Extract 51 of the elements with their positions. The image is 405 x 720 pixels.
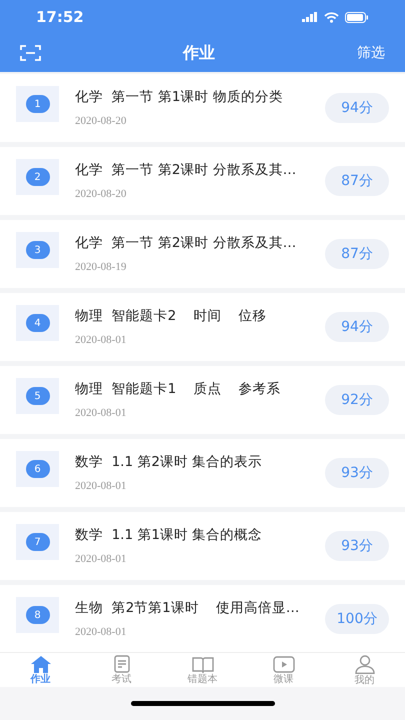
score-badge: 93分 [325, 458, 389, 488]
status-time: 17:52 [36, 6, 84, 28]
homework-row[interactable]: 2 化学 第一节 第2课时 分散系及其… 2020-08-20 87分 [0, 147, 405, 215]
number-badge: 6 [26, 460, 50, 478]
play-icon [272, 656, 294, 672]
homework-title: 数学 1.1 第1课时 集合的概念 [75, 526, 264, 545]
page-title: 作业 [183, 42, 215, 64]
homework-row[interactable]: 4 物理 智能题卡2 时间 位移 2020-08-01 94分 [0, 293, 405, 361]
battery-icon [345, 12, 369, 22]
homework-title: 化学 第一节 第2课时 分散系及其… [75, 234, 298, 253]
homework-date: 2020-08-20 [75, 114, 128, 129]
homework-title: 数学 1.1 第2课时 集合的表示 [75, 452, 264, 472]
number-badge: 7 [26, 533, 50, 551]
homework-row[interactable]: 1 化学 第一节 第1课时 物质的分类 2020-08-20 94分 [0, 74, 405, 142]
homework-title: 生物 第2节第1课时 使用高倍显… [75, 598, 300, 618]
signal-icon [302, 12, 318, 22]
homework-date: 2020-08-01 [75, 406, 128, 421]
score-badge: 87分 [325, 166, 389, 196]
book-icon [192, 656, 214, 672]
homework-title: 化学 第一节 第2课时 分散系及其… [75, 160, 298, 180]
number-badge: 1 [26, 95, 50, 113]
homework-row[interactable]: 5 物理 智能题卡1 质点 参考系 2020-08-01 92分 [0, 366, 405, 434]
score-badge: 93分 [325, 531, 389, 561]
homework-date: 2020-08-01 [75, 624, 128, 640]
number-badge: 8 [26, 606, 50, 624]
homework-row[interactable]: 3 化学 第一节 第2课时 分散系及其… 2020-08-19 87分 [0, 220, 405, 288]
person-icon [354, 654, 374, 674]
number-badge: 5 [26, 387, 50, 405]
homework-row[interactable]: 7 数学 1.1 第1课时 集合的概念 2020-08-01 93分 [0, 512, 405, 580]
homework-title: 物理 智能题卡2 时间 位移 [75, 306, 268, 326]
homework-date: 2020-08-01 [75, 552, 128, 567]
homework-row[interactable]: 6 数学 1.1 第2课时 集合的表示 2020-08-01 93分 [0, 439, 405, 507]
homework-date: 2020-08-20 [75, 186, 128, 202]
homework-date: 2020-08-19 [75, 260, 128, 275]
number-badge: 4 [26, 314, 50, 332]
score-badge: 100分 [325, 604, 389, 634]
homework-date: 2020-08-01 [75, 478, 128, 494]
homework-row[interactable]: 8 生物 第2节第1课时 使用高倍显… 2020-08-01 100分 [0, 585, 405, 652]
homework-title: 物理 智能题卡1 质点 参考系 [75, 380, 282, 399]
wifi-icon [324, 12, 339, 22]
score-badge: 94分 [325, 312, 389, 342]
home-icon [30, 656, 50, 672]
scan-icon[interactable] [20, 44, 41, 62]
homework-date: 2020-08-01 [75, 332, 128, 348]
homework-title: 化学 第一节 第1课时 物质的分类 [75, 88, 284, 107]
number-badge: 2 [26, 168, 50, 186]
score-badge: 92分 [325, 385, 389, 415]
document-icon [114, 655, 130, 673]
score-badge: 87分 [325, 239, 389, 269]
score-badge: 94分 [325, 93, 389, 123]
number-badge: 3 [26, 241, 50, 259]
